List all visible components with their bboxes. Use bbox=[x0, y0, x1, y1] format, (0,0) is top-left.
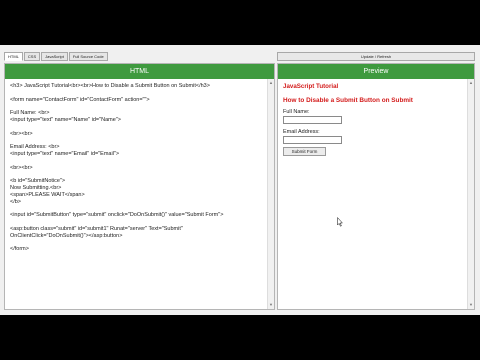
email-address-label: Email Address: bbox=[283, 129, 320, 135]
code-line[interactable]: <h3> JavaScript Tutorial<br><br>How to D… bbox=[10, 83, 266, 90]
preview-heading: JavaScript Tutorial bbox=[283, 83, 339, 90]
html-pane-scrollbar[interactable]: ▲ ▼ bbox=[267, 79, 274, 309]
tab-bar: HTML CSS JavaScript Full Source Code bbox=[4, 52, 108, 61]
tab-full-source-code[interactable]: Full Source Code bbox=[68, 52, 108, 61]
scroll-down-icon[interactable]: ▼ bbox=[268, 302, 274, 308]
code-line[interactable]: OnClientClick="DoOnSubmit()"></asp:butto… bbox=[10, 233, 266, 240]
scroll-up-icon[interactable]: ▲ bbox=[468, 80, 474, 86]
scroll-up-icon[interactable]: ▲ bbox=[268, 80, 274, 86]
code-line[interactable] bbox=[10, 124, 266, 131]
code-line[interactable] bbox=[10, 239, 266, 246]
html-code-area[interactable]: <h3> JavaScript Tutorial<br><br>How to D… bbox=[5, 79, 274, 309]
code-line[interactable]: <asp:button class="submit" id="submit1" … bbox=[10, 226, 266, 233]
code-line[interactable]: <br><br> bbox=[10, 131, 266, 138]
preview-pane: Preview JavaScript Tutorial How to Disab… bbox=[277, 63, 475, 310]
code-line[interactable]: Full Name: <br> bbox=[10, 110, 266, 117]
preview-subheading: How to Disable a Submit Button on Submit bbox=[283, 97, 413, 104]
html-pane-title: HTML bbox=[5, 64, 274, 79]
preview-content: JavaScript Tutorial How to Disable a Sub… bbox=[283, 83, 413, 156]
code-line[interactable]: <form name="ContactForm" id="ContactForm… bbox=[10, 97, 266, 104]
preview-pane-title: Preview bbox=[278, 64, 474, 79]
full-name-label: Full Name: bbox=[283, 109, 310, 115]
code-line[interactable]: <span>PLEASE WAIT</span> bbox=[10, 192, 266, 199]
preview-area: JavaScript Tutorial How to Disable a Sub… bbox=[278, 79, 474, 309]
mouse-pointer-icon bbox=[337, 217, 343, 227]
code-line[interactable]: <br><br> bbox=[10, 165, 266, 172]
code-line[interactable]: Email Address: <br> bbox=[10, 144, 266, 151]
code-line[interactable]: <b id="SubmitNotice"> bbox=[10, 178, 266, 185]
code-line[interactable]: </b> bbox=[10, 199, 266, 206]
code-line[interactable]: </form> bbox=[10, 246, 266, 253]
code-line[interactable] bbox=[10, 103, 266, 110]
code-line[interactable]: <input type="text" name="Name" id="Name"… bbox=[10, 117, 266, 124]
tab-javascript[interactable]: JavaScript bbox=[41, 52, 68, 61]
code-line[interactable] bbox=[10, 205, 266, 212]
full-name-input[interactable] bbox=[283, 116, 342, 124]
submit-form-button[interactable]: Submit Form bbox=[283, 147, 326, 156]
scroll-down-icon[interactable]: ▼ bbox=[468, 302, 474, 308]
code-line[interactable] bbox=[10, 171, 266, 178]
code-editor-app: HTML CSS JavaScript Full Source Code Upd… bbox=[0, 45, 480, 315]
code-line[interactable] bbox=[10, 137, 266, 144]
preview-pane-scrollbar[interactable]: ▲ ▼ bbox=[467, 79, 474, 309]
code-line[interactable] bbox=[10, 90, 266, 97]
code-line[interactable]: Now Submitting.<br> bbox=[10, 185, 266, 192]
email-input[interactable] bbox=[283, 136, 342, 144]
code-line[interactable] bbox=[10, 219, 266, 226]
update-refresh-button[interactable]: Update / Refresh bbox=[277, 52, 475, 61]
tab-css[interactable]: CSS bbox=[23, 52, 41, 61]
code-line[interactable] bbox=[10, 158, 266, 165]
tab-html[interactable]: HTML bbox=[4, 52, 23, 61]
code-line[interactable]: <input type="text" name="Email" id="Emai… bbox=[10, 151, 266, 158]
html-code-text[interactable]: <h3> JavaScript Tutorial<br><br>How to D… bbox=[10, 83, 266, 253]
html-pane: HTML <h3> JavaScript Tutorial<br><br>How… bbox=[4, 63, 275, 310]
code-line[interactable]: <input id="SubmitButton" type="submit" o… bbox=[10, 212, 266, 219]
